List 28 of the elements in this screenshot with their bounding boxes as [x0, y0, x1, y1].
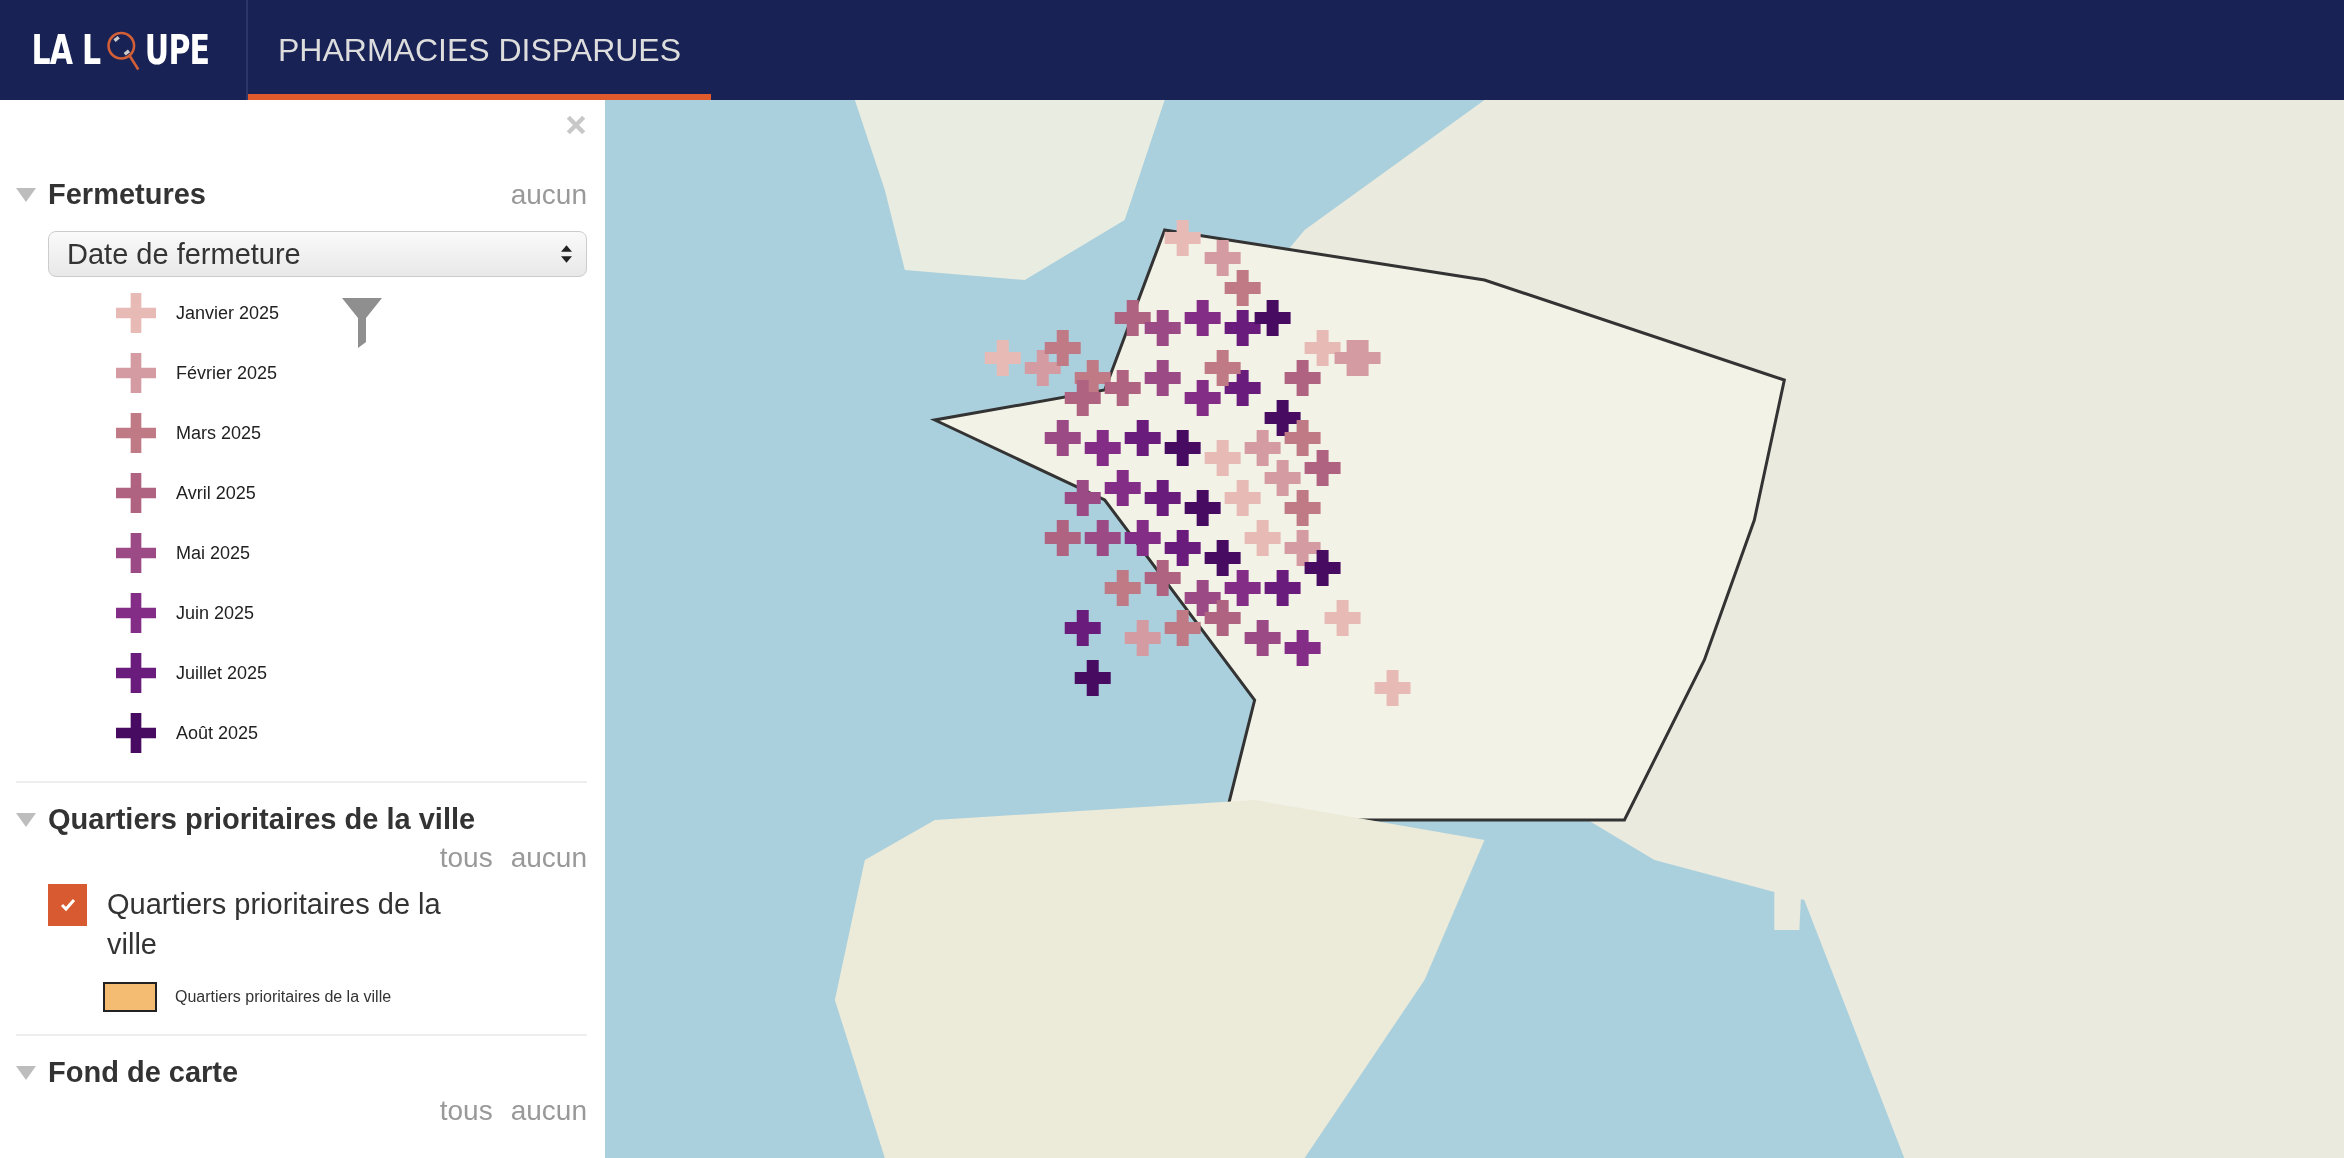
select-none-link[interactable]: aucun — [510, 178, 587, 211]
legend-label: Juillet 2025 — [176, 662, 268, 684]
section-title: Fermetures — [48, 178, 207, 211]
dropdown-select[interactable]: Date de fermeture — [48, 231, 587, 277]
section-title: Fond de carte — [48, 1056, 240, 1089]
legend-label: Août 2025 — [176, 722, 259, 744]
legend-label: Avril 2025 — [176, 482, 256, 504]
toggle-link[interactable]: aucun — [510, 842, 587, 874]
toggle-link[interactable]: tous — [439, 842, 493, 874]
legend-label: Février 2025 — [176, 362, 278, 384]
close-button[interactable] — [565, 114, 587, 136]
legend-label: Mai 2025 — [176, 542, 251, 564]
legend-label: Quartiers prioritaires de la ville — [175, 988, 392, 1006]
legend-label: Juin 2025 — [176, 602, 255, 624]
disclosure-triangle-icon[interactable] — [16, 187, 36, 202]
checkbox[interactable] — [48, 884, 87, 926]
legend-label: Janvier 2025 — [176, 302, 280, 324]
logo-text: LA L — [31, 27, 101, 73]
toggle-link[interactable]: tous — [439, 1095, 493, 1127]
map-drawing[interactable] — [605, 100, 2344, 1158]
disclosure-triangle-icon[interactable] — [16, 1065, 36, 1080]
disclosure-triangle-icon[interactable] — [16, 812, 36, 827]
up-down-arrows-icon — [561, 245, 572, 263]
logo-text: UPE — [144, 27, 210, 73]
layer-label: Quartiers prioritaires de la ville — [107, 887, 442, 962]
legend-label: Mars 2025 — [176, 422, 262, 444]
toggle-link[interactable]: aucun — [510, 1095, 587, 1127]
section-title: Quartiers prioritaires de la ville — [48, 803, 477, 836]
